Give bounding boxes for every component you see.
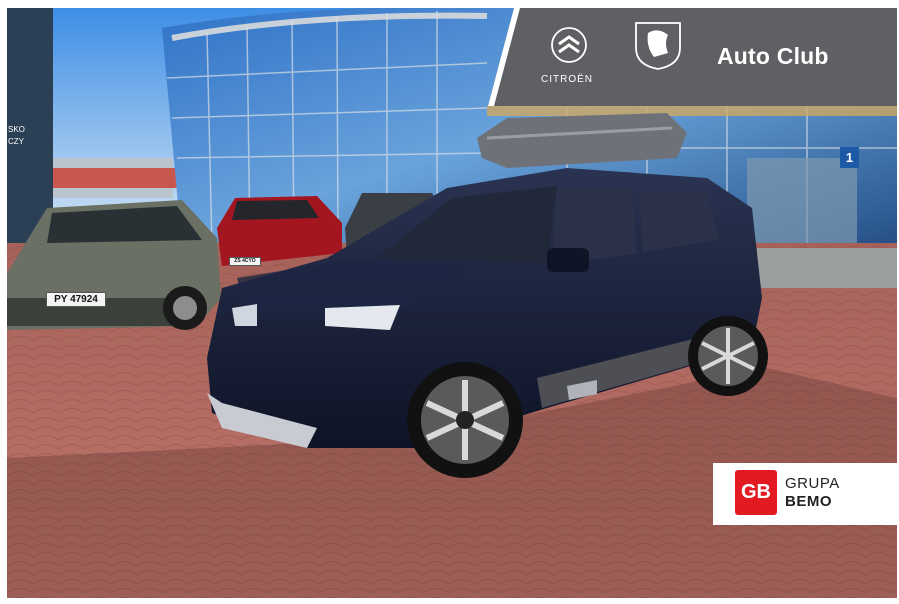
side-sign-line2: CZY	[8, 137, 24, 146]
showroom-interior	[747, 158, 857, 248]
showroom-beam	[487, 106, 897, 116]
banner-title: Auto Club	[717, 43, 829, 69]
banner-shape	[488, 8, 897, 106]
grupa-bemo-line2: BEMO	[785, 493, 832, 510]
dealer-photo-ad: CITROËN Auto Club PY 47924 ZS 4CYO 1 SKO…	[0, 0, 899, 604]
citroen-wordmark: CITROËN	[541, 74, 593, 85]
license-plate-left: PY 47924	[46, 292, 106, 307]
grupa-bemo-line1: GRUPA	[785, 475, 840, 492]
grupa-bemo-mark-icon: GB	[735, 470, 777, 515]
side-sign-line1: SKO	[8, 125, 25, 134]
license-plate-red-car: ZS 4CYO	[229, 257, 261, 266]
door-number-sign: 1	[840, 147, 859, 168]
brand-banner	[488, 8, 897, 106]
showroom-steps	[757, 248, 897, 288]
red-roof	[53, 168, 183, 188]
